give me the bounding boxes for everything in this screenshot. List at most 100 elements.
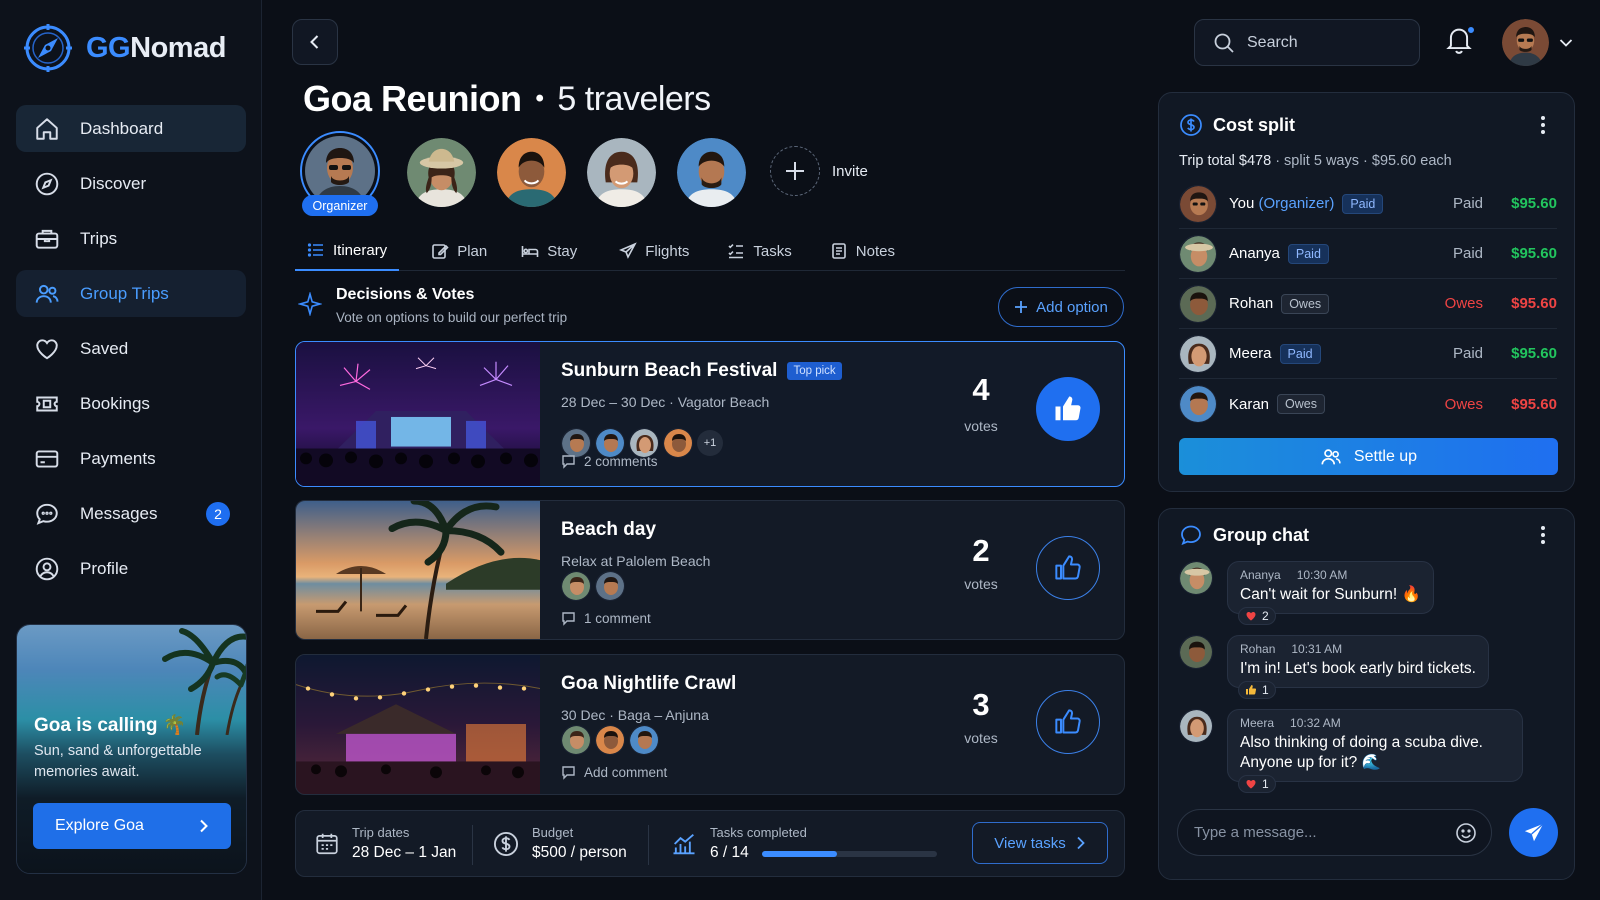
send-button[interactable]	[1509, 808, 1558, 857]
sidebar-item-profile[interactable]: Profile	[16, 545, 246, 592]
voter-avatars	[561, 571, 625, 601]
invite-button[interactable]: Invite	[770, 146, 868, 196]
votes-label: votes	[964, 730, 998, 746]
avatar	[1179, 385, 1217, 423]
back-button[interactable]	[292, 19, 338, 65]
tasks-progress-bar	[762, 851, 937, 857]
sidebar-item-trips[interactable]: Trips	[16, 215, 246, 262]
sidebar-item-messages[interactable]: Messages 2	[16, 490, 246, 537]
card-icon	[35, 449, 59, 468]
app-logo[interactable]: GGNomad	[22, 22, 226, 74]
sidebar-item-label: Profile	[80, 558, 129, 578]
upvote-button[interactable]	[1036, 690, 1100, 754]
avatar	[1179, 284, 1217, 323]
tab-flights[interactable]: Flights	[607, 231, 701, 271]
comments-link[interactable]: 2 comments	[561, 454, 658, 469]
owes-pill: Owes	[1281, 293, 1330, 314]
comment-icon	[562, 766, 575, 780]
chat-icon	[36, 503, 58, 525]
cost-row-rohan[interactable]: Rohan Owes Owes $95.60	[1179, 279, 1557, 329]
trip-total: Trip total $478	[1179, 153, 1272, 169]
sidebar-item-label: Discover	[80, 173, 147, 193]
comment-icon	[562, 612, 575, 626]
sidebar-item-label: Payments	[80, 448, 156, 468]
votes-label: votes	[964, 418, 998, 434]
trip-dates-label: Trip dates	[352, 825, 410, 840]
reaction-chip[interactable]: 1	[1238, 775, 1276, 793]
sidebar-item-saved[interactable]: Saved	[16, 325, 246, 372]
message-text: I'm in! Let's book early bird tickets.	[1240, 660, 1476, 677]
option-card-beach-day[interactable]: Beach day Relax at Palolem Beach 1 comme…	[295, 500, 1125, 640]
message-input[interactable]: Type a message...	[1177, 809, 1492, 856]
search-input[interactable]: Search	[1194, 19, 1420, 66]
sidebar-item-dashboard[interactable]: Dashboard	[16, 105, 246, 152]
heart-icon	[36, 338, 58, 359]
decisions-subtitle: Vote on options to build our perfect tri…	[336, 310, 568, 325]
sidebar-item-payments[interactable]: Payments	[16, 435, 246, 482]
promo-card: Goa is calling 🌴 Sun, sand & unforgettab…	[16, 624, 247, 874]
more-vertical-icon[interactable]	[1540, 525, 1546, 545]
avatar-ananya[interactable]	[407, 138, 476, 207]
promo-subtitle: Sun, sand & unforgettable memories await…	[34, 743, 202, 780]
trip-name: Goa Reunion	[303, 78, 522, 119]
votes-label: votes	[964, 576, 998, 592]
sidebar-item-discover[interactable]: Discover	[16, 160, 246, 207]
sidebar: GGNomad Dashboard Discover Trips Group T…	[0, 0, 262, 900]
comments-count: 2 comments	[584, 454, 658, 469]
voter-avatars	[561, 725, 659, 755]
reaction-chip[interactable]: 1	[1238, 681, 1276, 699]
trip-dates-value: 28 Dec – 1 Jan	[352, 844, 457, 861]
avatar-rohan[interactable]	[497, 138, 566, 207]
comments-link[interactable]: 1 comment	[561, 611, 651, 626]
cost-row-ananya[interactable]: Ananya Paid Paid $95.60	[1179, 229, 1557, 279]
message-author: Meera	[1240, 716, 1275, 730]
emoji-icon[interactable]	[1455, 822, 1477, 844]
user-avatar	[1502, 19, 1549, 66]
message-bubble: Rohan 10:31 AM I'm in! Let's book early b…	[1227, 635, 1489, 699]
cost-row-karan[interactable]: Karan Owes Owes $95.60	[1179, 379, 1557, 429]
tab-plan[interactable]: Plan	[419, 231, 499, 271]
tab-label: Tasks	[753, 242, 792, 260]
tab-itinerary[interactable]: Itinerary	[295, 231, 400, 271]
thumbs-up-icon	[1055, 555, 1081, 580]
upvote-button[interactable]	[1036, 377, 1100, 441]
view-tasks-button[interactable]: View tasks	[972, 822, 1108, 864]
add-comment-label: Add comment	[584, 765, 668, 780]
option-card-nightlife[interactable]: Goa Nightlife Crawl 30 Dec · Baga – Anju…	[295, 654, 1125, 795]
add-option-button[interactable]: Add option	[998, 287, 1124, 327]
user-menu[interactable]	[1502, 19, 1573, 66]
avatar-meera[interactable]	[587, 138, 656, 207]
avatar	[407, 138, 476, 207]
upvote-button[interactable]	[1036, 536, 1100, 600]
option-card-sunburn[interactable]: Sunburn Beach Festival Top pick 28 Dec –…	[295, 341, 1125, 487]
message-placeholder: Type a message...	[1194, 824, 1317, 841]
heart-reaction-icon	[1246, 612, 1256, 621]
dollar-circle-icon	[1180, 114, 1202, 136]
avatar	[663, 428, 693, 458]
cost-split-title: Cost split	[1213, 115, 1296, 135]
settle-up-button[interactable]: Settle up	[1179, 438, 1558, 475]
add-option-label: Add option	[1036, 298, 1108, 316]
avatar-karan[interactable]	[677, 138, 746, 207]
cost-row-you[interactable]: You (Organizer) Paid Paid $95.60	[1179, 179, 1557, 229]
vote-count: 3	[972, 687, 990, 722]
message-text: Also thinking of doing a scuba dive. Any…	[1240, 734, 1483, 771]
avatar	[587, 138, 656, 207]
user-circle-icon	[35, 557, 59, 580]
tab-stay[interactable]: Stay	[509, 231, 589, 271]
sidebar-item-group-trips[interactable]: Group Trips	[16, 270, 246, 317]
explore-goa-button[interactable]: Explore Goa	[33, 803, 231, 849]
tab-tasks[interactable]: Tasks	[715, 231, 803, 271]
sidebar-item-bookings[interactable]: Bookings	[16, 380, 246, 427]
option-title: Beach day	[561, 519, 656, 541]
more-vertical-icon[interactable]	[1540, 115, 1546, 135]
reaction-count: 2	[1262, 609, 1269, 623]
reaction-chip[interactable]: 2	[1238, 607, 1276, 625]
cost-row-meera[interactable]: Meera Paid Paid $95.60	[1179, 329, 1557, 379]
tab-notes[interactable]: Notes	[818, 231, 907, 271]
avatar	[497, 138, 566, 207]
add-comment-link[interactable]: Add comment	[561, 765, 667, 780]
member-amount: $95.60	[1511, 245, 1557, 262]
settle-up-label: Settle up	[1353, 447, 1418, 465]
budget-value: $500 / person	[532, 844, 627, 861]
